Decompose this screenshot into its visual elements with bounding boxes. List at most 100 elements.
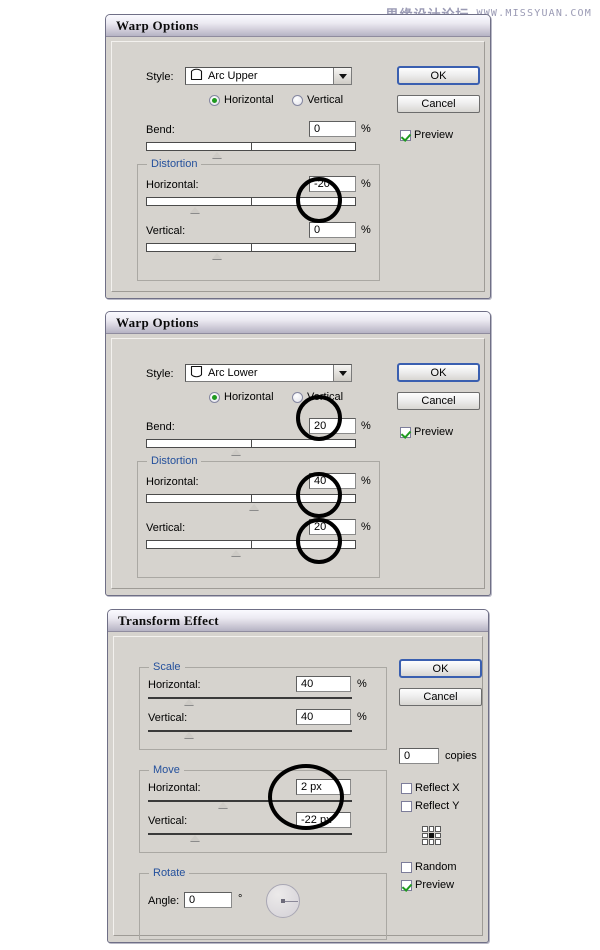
refpoint-top-left[interactable] [422, 826, 428, 832]
copies-input[interactable]: 0 [399, 748, 439, 764]
dial-hand [283, 901, 298, 902]
dialog-title: Warp Options [116, 314, 199, 330]
chevron-down-icon[interactable] [333, 365, 351, 381]
titlebar: Warp Options [106, 15, 490, 37]
distortion-vertical-unit: % [361, 521, 371, 533]
cancel-button[interactable]: Cancel [397, 392, 480, 410]
chevron-down-icon[interactable] [333, 68, 351, 84]
checkbox-box [400, 426, 411, 438]
bend-unit: % [361, 420, 371, 432]
style-label: Style: [146, 368, 174, 380]
reflect-x-checkbox[interactable]: Reflect X [401, 782, 460, 794]
scale-horizontal-unit: % [357, 678, 367, 690]
ok-button[interactable]: OK [397, 66, 480, 85]
bend-input[interactable]: 20 [309, 418, 356, 434]
scale-horizontal-label: Horizontal: [148, 679, 201, 691]
distortion-horizontal-input[interactable]: 40 [309, 473, 356, 489]
refpoint-center[interactable] [428, 832, 435, 839]
move-horizontal-slider-track[interactable] [148, 800, 352, 802]
copies-label: copies [445, 750, 477, 762]
scale-vertical-slider-track[interactable] [148, 730, 352, 732]
move-vertical-slider-track[interactable] [148, 833, 352, 835]
dialog-title: Transform Effect [118, 612, 219, 628]
style-dropdown[interactable]: Arc Lower [185, 364, 352, 382]
distortion-horizontal-slider-track[interactable] [146, 197, 356, 206]
radio-dot [209, 94, 220, 106]
scale-horizontal-slider-track[interactable] [148, 697, 352, 699]
move-vertical-input[interactable]: -22 px [296, 812, 351, 828]
radio-dot [292, 391, 303, 403]
angle-unit: ° [238, 893, 243, 905]
distortion-horizontal-slider-thumb[interactable] [249, 504, 259, 510]
bend-slider-thumb[interactable] [231, 449, 241, 455]
distortion-vertical-slider-track[interactable] [146, 540, 356, 549]
bend-unit: % [361, 123, 371, 135]
distortion-horizontal-input[interactable]: -20 [309, 176, 356, 192]
bend-slider-track[interactable] [146, 142, 356, 151]
refpoint-bottom-left[interactable] [422, 839, 428, 845]
reference-point-widget[interactable] [422, 826, 441, 845]
refpoint-bottom-center[interactable] [428, 839, 435, 845]
scale-horizontal-input[interactable]: 40 [296, 676, 351, 692]
scale-group-title: Scale [149, 661, 185, 673]
move-horizontal-input[interactable]: 2 px [296, 779, 351, 795]
distortion-horizontal-label: Horizontal: [146, 476, 199, 488]
move-group-title: Move [149, 764, 184, 776]
dialog-body: Style: Arc Upper Horizontal Vertical Ben… [111, 41, 485, 292]
refpoint-middle-right[interactable] [435, 832, 441, 839]
move-horizontal-slider-thumb[interactable] [218, 802, 228, 808]
preview-checkbox[interactable]: Preview [400, 426, 453, 438]
cancel-button[interactable]: Cancel [399, 688, 482, 706]
distortion-vertical-slider-track[interactable] [146, 243, 356, 252]
radio-vertical[interactable]: Vertical [292, 391, 343, 403]
reflect-x-label: Reflect X [415, 782, 460, 794]
distortion-horizontal-unit: % [361, 475, 371, 487]
scale-vertical-slider-thumb[interactable] [184, 732, 194, 738]
distortion-vertical-input[interactable]: 20 [309, 519, 356, 535]
distortion-vertical-input[interactable]: 0 [309, 222, 356, 238]
refpoint-middle-left[interactable] [422, 832, 428, 839]
bend-slider-thumb[interactable] [212, 152, 222, 158]
move-vertical-label: Vertical: [148, 815, 188, 827]
radio-vertical-label: Vertical [307, 391, 344, 403]
radio-vertical[interactable]: Vertical [292, 94, 343, 106]
distortion-vertical-slider-thumb[interactable] [231, 550, 241, 556]
scale-horizontal-slider-thumb[interactable] [184, 699, 194, 705]
refpoint-top-right[interactable] [435, 826, 441, 832]
radio-horizontal[interactable]: Horizontal [209, 94, 274, 106]
random-checkbox[interactable]: Random [401, 861, 457, 873]
scale-vertical-input[interactable]: 40 [296, 709, 351, 725]
distortion-horizontal-slider-track[interactable] [146, 494, 356, 503]
style-dropdown[interactable]: Arc Upper [185, 67, 352, 85]
preview-checkbox[interactable]: Preview [400, 129, 453, 141]
reflect-y-checkbox[interactable]: Reflect Y [401, 800, 459, 812]
rotate-dial[interactable] [266, 884, 300, 918]
arc-upper-icon [190, 68, 203, 84]
arc-lower-icon [190, 365, 203, 381]
radio-horizontal[interactable]: Horizontal [209, 391, 274, 403]
distortion-horizontal-slider-thumb[interactable] [190, 207, 200, 213]
checkbox-box [401, 861, 412, 873]
refpoint-top-center[interactable] [428, 826, 435, 832]
radio-dot [209, 391, 220, 403]
distortion-vertical-label: Vertical: [146, 522, 186, 534]
watermark-en: WWW.MISSYUAN.COM [476, 8, 592, 19]
bend-label: Bend: [146, 421, 175, 433]
preview-checkbox[interactable]: Preview [401, 879, 454, 891]
style-value: Arc Upper [208, 70, 258, 82]
cancel-button[interactable]: Cancel [397, 95, 480, 113]
distortion-horizontal-unit: % [361, 178, 371, 190]
titlebar: Warp Options [106, 312, 490, 334]
warp-options-dialog-1: Warp Options Style: Arc Upper Horizontal… [105, 14, 491, 299]
bend-input[interactable]: 0 [309, 121, 356, 137]
ok-button[interactable]: OK [397, 363, 480, 382]
bend-slider-track[interactable] [146, 439, 356, 448]
titlebar: Transform Effect [108, 610, 488, 632]
radio-horizontal-label: Horizontal [224, 391, 274, 403]
angle-input[interactable]: 0 [184, 892, 232, 908]
move-vertical-slider-thumb[interactable] [190, 835, 200, 841]
ok-button[interactable]: OK [399, 659, 482, 678]
distortion-vertical-slider-thumb[interactable] [212, 253, 222, 259]
refpoint-bottom-right[interactable] [435, 839, 441, 845]
preview-label: Preview [414, 129, 454, 141]
